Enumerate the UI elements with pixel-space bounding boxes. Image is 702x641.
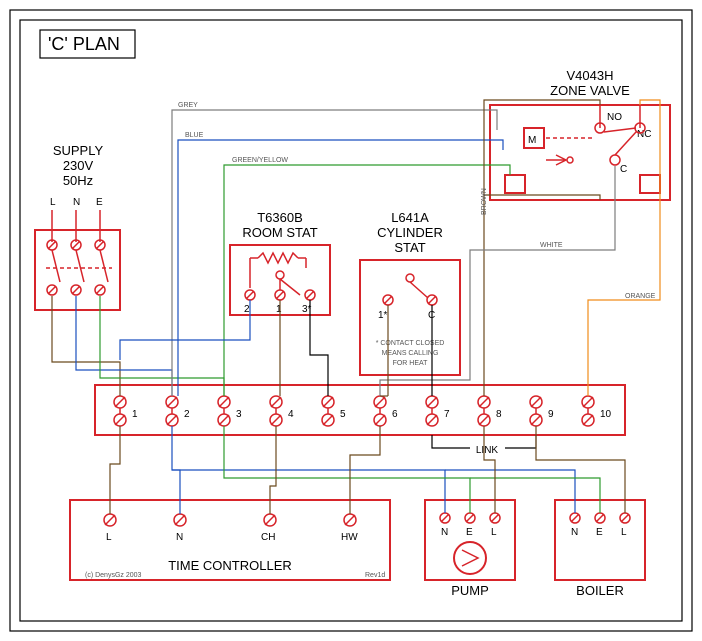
svg-text:N: N	[176, 532, 183, 543]
svg-text:ROOM STAT: ROOM STAT	[242, 225, 317, 240]
svg-text:WHITE: WHITE	[540, 242, 563, 249]
svg-text:BLUE: BLUE	[185, 132, 204, 139]
svg-text:BOILER: BOILER	[576, 583, 624, 598]
svg-text:PUMP: PUMP	[451, 583, 489, 598]
svg-text:STAT: STAT	[394, 240, 425, 255]
svg-text:2: 2	[184, 409, 190, 420]
cylinder-stat: L641A CYLINDER STAT 1* C * CONTACT CLOSE…	[360, 210, 460, 375]
svg-text:1*: 1*	[378, 310, 388, 321]
svg-text:M: M	[528, 135, 536, 146]
svg-text:MEANS CALLING: MEANS CALLING	[382, 350, 439, 357]
title: 'C' PLAN	[48, 34, 120, 54]
svg-text:GREY: GREY	[178, 102, 198, 109]
svg-text:CYLINDER: CYLINDER	[377, 225, 443, 240]
junction-strip	[95, 385, 625, 435]
svg-text:FOR HEAT: FOR HEAT	[393, 360, 429, 367]
svg-text:N: N	[571, 527, 578, 538]
svg-text:2: 2	[244, 304, 250, 315]
svg-text:N: N	[73, 197, 80, 208]
room-stat: T6360B ROOM STAT 2 1 3*	[230, 210, 330, 315]
svg-text:GREEN/YELLOW: GREEN/YELLOW	[232, 157, 288, 164]
supply-block: SUPPLY 230V 50Hz L N E	[35, 143, 120, 310]
svg-text:(c) DenysGz 2003: (c) DenysGz 2003	[85, 572, 142, 579]
svg-text:T6360B: T6360B	[257, 210, 303, 225]
svg-text:10: 10	[600, 409, 612, 420]
svg-text:BROWN: BROWN	[481, 188, 488, 215]
boiler: N E L BOILER	[555, 500, 645, 598]
svg-text:HW: HW	[341, 532, 358, 543]
svg-text:Rev1d: Rev1d	[365, 572, 385, 579]
svg-text:ZONE VALVE: ZONE VALVE	[550, 83, 630, 98]
svg-text:E: E	[596, 527, 603, 538]
svg-text:E: E	[466, 527, 473, 538]
svg-text:1: 1	[132, 409, 138, 420]
svg-text:E: E	[96, 197, 103, 208]
zone-valve: V4043H ZONE VALVE NO NC C M	[490, 68, 670, 200]
svg-text:N: N	[441, 527, 448, 538]
svg-text:C: C	[620, 164, 627, 175]
svg-text:9: 9	[548, 409, 554, 420]
time-controller: L N CH HW TIME CONTROLLER (c) DenysGz 20…	[70, 500, 390, 580]
svg-text:* CONTACT CLOSED: * CONTACT CLOSED	[376, 340, 445, 347]
svg-text:4: 4	[288, 409, 294, 420]
svg-text:ORANGE: ORANGE	[625, 293, 656, 300]
svg-text:8: 8	[496, 409, 502, 420]
svg-text:CH: CH	[261, 532, 275, 543]
pump: N E L PUMP	[425, 500, 515, 598]
svg-text:L: L	[491, 527, 497, 538]
svg-text:NO: NO	[607, 112, 622, 123]
svg-text:L: L	[50, 197, 56, 208]
svg-text:1: 1	[276, 304, 282, 315]
svg-text:L641A: L641A	[391, 210, 429, 225]
svg-text:50Hz: 50Hz	[63, 173, 93, 188]
svg-text:V4043H: V4043H	[567, 68, 614, 83]
svg-text:6: 6	[392, 409, 398, 420]
svg-text:L: L	[106, 532, 112, 543]
svg-text:230V: 230V	[63, 158, 94, 173]
svg-text:LINK: LINK	[476, 445, 499, 456]
svg-text:TIME CONTROLLER: TIME CONTROLLER	[168, 558, 292, 573]
svg-text:SUPPLY: SUPPLY	[53, 143, 104, 158]
svg-text:L: L	[621, 527, 627, 538]
svg-text:3: 3	[236, 409, 242, 420]
wiring-diagram: 'C' PLAN SUPPLY 230V 50Hz L N E V4043H Z…	[0, 0, 702, 641]
svg-text:7: 7	[444, 409, 450, 420]
svg-text:5: 5	[340, 409, 346, 420]
